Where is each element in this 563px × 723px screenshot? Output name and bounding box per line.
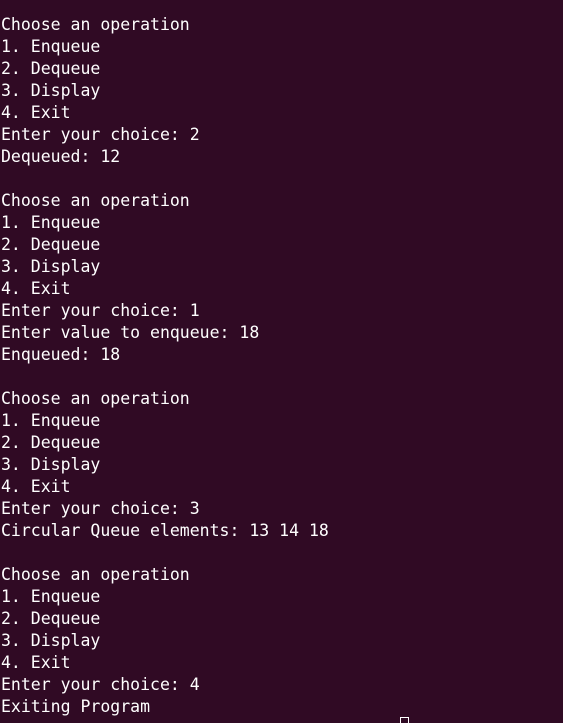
terminal-line: 4. Exit <box>1 279 71 298</box>
terminal-line: Enter your choice: 4 <box>1 675 200 694</box>
terminal-line: Exiting Program <box>1 697 151 716</box>
terminal-line: 2. Dequeue <box>1 433 101 452</box>
terminal-line: 4. Exit <box>1 477 71 496</box>
terminal-line: 3. Display <box>1 81 101 100</box>
terminal-line: 3. Display <box>1 455 101 474</box>
terminal-line: 4. Exit <box>1 653 71 672</box>
terminal-line: Enter value to enqueue: 18 <box>1 323 260 342</box>
terminal-line: 1. Enqueue <box>1 37 101 56</box>
terminal-line: 1. Enqueue <box>1 587 101 606</box>
terminal-line: Enter your choice: 1 <box>1 301 200 320</box>
terminal-line: Circular Queue elements: 13 14 18 <box>1 521 329 540</box>
terminal-line: 3. Display <box>1 257 101 276</box>
terminal-line: 1. Enqueue <box>1 411 101 430</box>
terminal-line: Enqueued: 18 <box>1 345 121 364</box>
terminal-line: Choose an operation <box>1 15 190 34</box>
terminal-line: 3. Display <box>1 631 101 650</box>
terminal-output: Choose an operation 1. Enqueue 2. Dequeue 3… <box>1 14 563 718</box>
terminal-line: 2. Dequeue <box>1 235 101 254</box>
terminal-line: 1. Enqueue <box>1 213 101 232</box>
terminal-line: Choose an operation <box>1 565 190 584</box>
terminal-window[interactable]: Choose an operation 1. Enqueue 2. Dequeue 3… <box>0 0 563 723</box>
terminal-line: Choose an operation <box>1 389 190 408</box>
terminal-line: Enter your choice: 3 <box>1 499 200 518</box>
terminal-line: 2. Dequeue <box>1 59 101 78</box>
terminal-line: 4. Exit <box>1 103 71 122</box>
terminal-line: Choose an operation <box>1 191 190 210</box>
terminal-line: 2. Dequeue <box>1 609 101 628</box>
terminal-line: Enter your choice: 2 <box>1 125 200 144</box>
terminal-line: Dequeued: 12 <box>1 147 121 166</box>
block-cursor-icon <box>400 717 409 723</box>
